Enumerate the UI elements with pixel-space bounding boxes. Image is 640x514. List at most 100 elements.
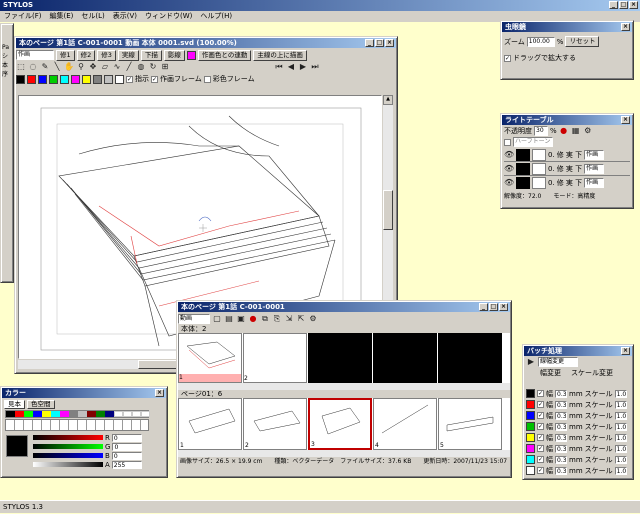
layer-button-shadow[interactable]: 影線 bbox=[163, 49, 185, 61]
move-tool-icon[interactable]: ✥ bbox=[88, 62, 98, 72]
palette-swatch[interactable] bbox=[104, 74, 113, 84]
halftone-checkbox[interactable] bbox=[504, 138, 511, 146]
swatch-grid-empty[interactable] bbox=[5, 419, 149, 431]
layer-button-mod3[interactable]: 修3 bbox=[97, 49, 116, 61]
layer-button-mod2[interactable]: 修2 bbox=[76, 49, 96, 61]
scale-input[interactable]: 1.0 bbox=[614, 444, 627, 453]
batch-row[interactable]: ✓ 幅 0.3 mm スケール 1.0 bbox=[526, 432, 630, 443]
width-input[interactable]: 0.3 bbox=[555, 433, 567, 442]
batch-row[interactable]: ✓ 幅 0.3 mm スケール 1.0 bbox=[526, 454, 630, 465]
batch-checkbox[interactable]: ✓ bbox=[537, 423, 544, 430]
layer-button-solid[interactable]: 実線 bbox=[117, 49, 139, 61]
select-tool-icon[interactable]: ⬚ bbox=[16, 62, 26, 72]
minimize-icon[interactable]: _ bbox=[609, 1, 618, 9]
lighttable-icon[interactable]: ▦ bbox=[571, 126, 581, 136]
batch-row[interactable]: ✓ 幅 0.3 mm スケール 1.0 bbox=[526, 443, 630, 454]
menu-help[interactable]: ヘルプ(H) bbox=[200, 11, 232, 22]
prev-frame-icon[interactable]: ◀ bbox=[286, 62, 296, 72]
menu-window[interactable]: ウィンドウ(W) bbox=[145, 11, 192, 22]
batch-checkbox[interactable]: ✓ bbox=[537, 445, 544, 452]
frame-cell[interactable]: 4 bbox=[373, 398, 437, 450]
eye-icon[interactable]: 👁 bbox=[504, 164, 514, 174]
close-icon[interactable]: × bbox=[621, 347, 630, 355]
scale-input[interactable]: 1.0 bbox=[614, 433, 627, 442]
lighttable-row[interactable]: 👁 0. 修 実 下 作画 bbox=[504, 148, 630, 162]
new-icon[interactable]: ▢ bbox=[212, 314, 222, 324]
batch-row[interactable]: ✓ 幅 0.3 mm スケール 1.0 bbox=[526, 465, 630, 476]
palette-swatch[interactable] bbox=[38, 74, 47, 84]
zoom-tool-icon[interactable]: ⚲ bbox=[76, 62, 86, 72]
halftone-select[interactable]: ハーフトーン bbox=[513, 137, 553, 147]
settings-icon[interactable]: ⚙ bbox=[308, 314, 318, 324]
minimize-icon[interactable]: _ bbox=[479, 303, 488, 311]
row-select[interactable]: 作画 bbox=[584, 149, 605, 160]
frame-cell-empty[interactable] bbox=[438, 333, 502, 383]
open-icon[interactable]: ▤ bbox=[224, 314, 234, 324]
green-input[interactable]: 0 bbox=[112, 442, 143, 451]
palette-swatch[interactable] bbox=[60, 74, 69, 84]
play-icon[interactable]: ▶ bbox=[298, 62, 308, 72]
record-icon[interactable]: ● bbox=[559, 126, 569, 136]
track-1-scrollbar[interactable] bbox=[178, 383, 510, 390]
palette-swatch[interactable] bbox=[27, 74, 36, 84]
rotate-tool-icon[interactable]: ↻ bbox=[148, 62, 158, 72]
width-input[interactable]: 0.3 bbox=[555, 444, 567, 453]
zoom-reset-button[interactable]: リセット bbox=[565, 36, 600, 47]
batch-checkbox[interactable]: ✓ bbox=[537, 390, 544, 397]
layer-button-mod1[interactable]: 修1 bbox=[56, 49, 75, 61]
width-input[interactable]: 0.3 bbox=[555, 466, 567, 475]
hand-tool-icon[interactable]: ✋ bbox=[64, 62, 74, 72]
width-input[interactable]: 0.3 bbox=[555, 400, 567, 409]
batch-checkbox[interactable]: ✓ bbox=[537, 456, 544, 463]
preview-link-button[interactable]: 作画色との連動 bbox=[197, 49, 252, 61]
brush-tool-icon[interactable]: ╱ bbox=[124, 62, 134, 72]
tab-swatches[interactable]: 見本 bbox=[4, 399, 25, 409]
blue-slider[interactable] bbox=[33, 453, 103, 458]
next-frame-icon[interactable]: ⏭ bbox=[310, 62, 320, 72]
scale-input[interactable]: 1.0 bbox=[614, 455, 627, 464]
draw-frame-checkbox[interactable]: ✓ bbox=[151, 75, 158, 83]
blue-input[interactable]: 0 bbox=[111, 451, 142, 460]
width-input[interactable]: 0.3 bbox=[555, 422, 567, 431]
eye-icon[interactable]: 👁 bbox=[504, 178, 514, 188]
batch-row[interactable]: ✓ 幅 0.3 mm スケール 1.0 bbox=[526, 421, 630, 432]
paste-icon[interactable]: ⎘ bbox=[272, 314, 282, 324]
scale-input[interactable]: 1.0 bbox=[614, 389, 627, 398]
lighttable-row[interactable]: 👁 0. 修 実 下 作画 bbox=[504, 162, 630, 176]
lasso-tool-icon[interactable]: ◌ bbox=[28, 62, 38, 72]
red-input[interactable]: 0 bbox=[111, 433, 142, 442]
track-2-scrollbar[interactable] bbox=[178, 450, 510, 457]
tab-color-space[interactable]: 色空間 bbox=[27, 399, 55, 409]
close-icon[interactable]: × bbox=[499, 303, 508, 311]
batch-row[interactable]: ✓ 幅 0.3 mm スケール 1.0 bbox=[526, 399, 630, 410]
transform-tool-icon[interactable]: ⊞ bbox=[160, 62, 170, 72]
palette-swatch[interactable] bbox=[16, 74, 25, 84]
row-select[interactable]: 作画 bbox=[584, 163, 605, 174]
swatch-grid[interactable] bbox=[5, 410, 150, 418]
batch-checkbox[interactable]: ✓ bbox=[537, 467, 544, 474]
width-input[interactable]: 0.3 bbox=[555, 455, 567, 464]
record-icon[interactable]: ● bbox=[248, 314, 258, 324]
maximize-icon[interactable]: □ bbox=[619, 1, 628, 9]
scale-input[interactable]: 1.0 bbox=[614, 422, 627, 431]
palette-swatch[interactable] bbox=[49, 74, 58, 84]
close-icon[interactable]: × bbox=[629, 1, 638, 9]
minimize-icon[interactable]: _ bbox=[365, 39, 374, 47]
layer-color-swatch[interactable] bbox=[186, 50, 196, 60]
frame-cell[interactable]: 2 bbox=[243, 333, 307, 383]
batch-row[interactable]: ✓ 幅 0.3 mm スケール 1.0 bbox=[526, 410, 630, 421]
scale-input[interactable]: 1.0 bbox=[614, 400, 627, 409]
timeline-layer-select[interactable]: 動画 bbox=[178, 313, 210, 324]
alpha-slider[interactable] bbox=[33, 462, 103, 467]
green-slider[interactable] bbox=[33, 444, 103, 449]
frame-cell-empty[interactable] bbox=[308, 333, 372, 383]
layer-button-draft[interactable]: 下描 bbox=[140, 49, 162, 61]
eye-icon[interactable]: 👁 bbox=[504, 150, 514, 160]
lighttable-row[interactable]: 👁 0. 修 実 下 作画 bbox=[504, 176, 630, 190]
row-select[interactable]: 作画 bbox=[584, 178, 605, 188]
menu-edit[interactable]: 編集(E) bbox=[50, 11, 74, 22]
frame-cell-empty[interactable] bbox=[373, 333, 437, 383]
close-icon[interactable]: × bbox=[621, 23, 630, 31]
menu-cell[interactable]: セル(L) bbox=[81, 11, 104, 22]
batch-mode-select[interactable]: 線幅変更 bbox=[538, 357, 578, 367]
